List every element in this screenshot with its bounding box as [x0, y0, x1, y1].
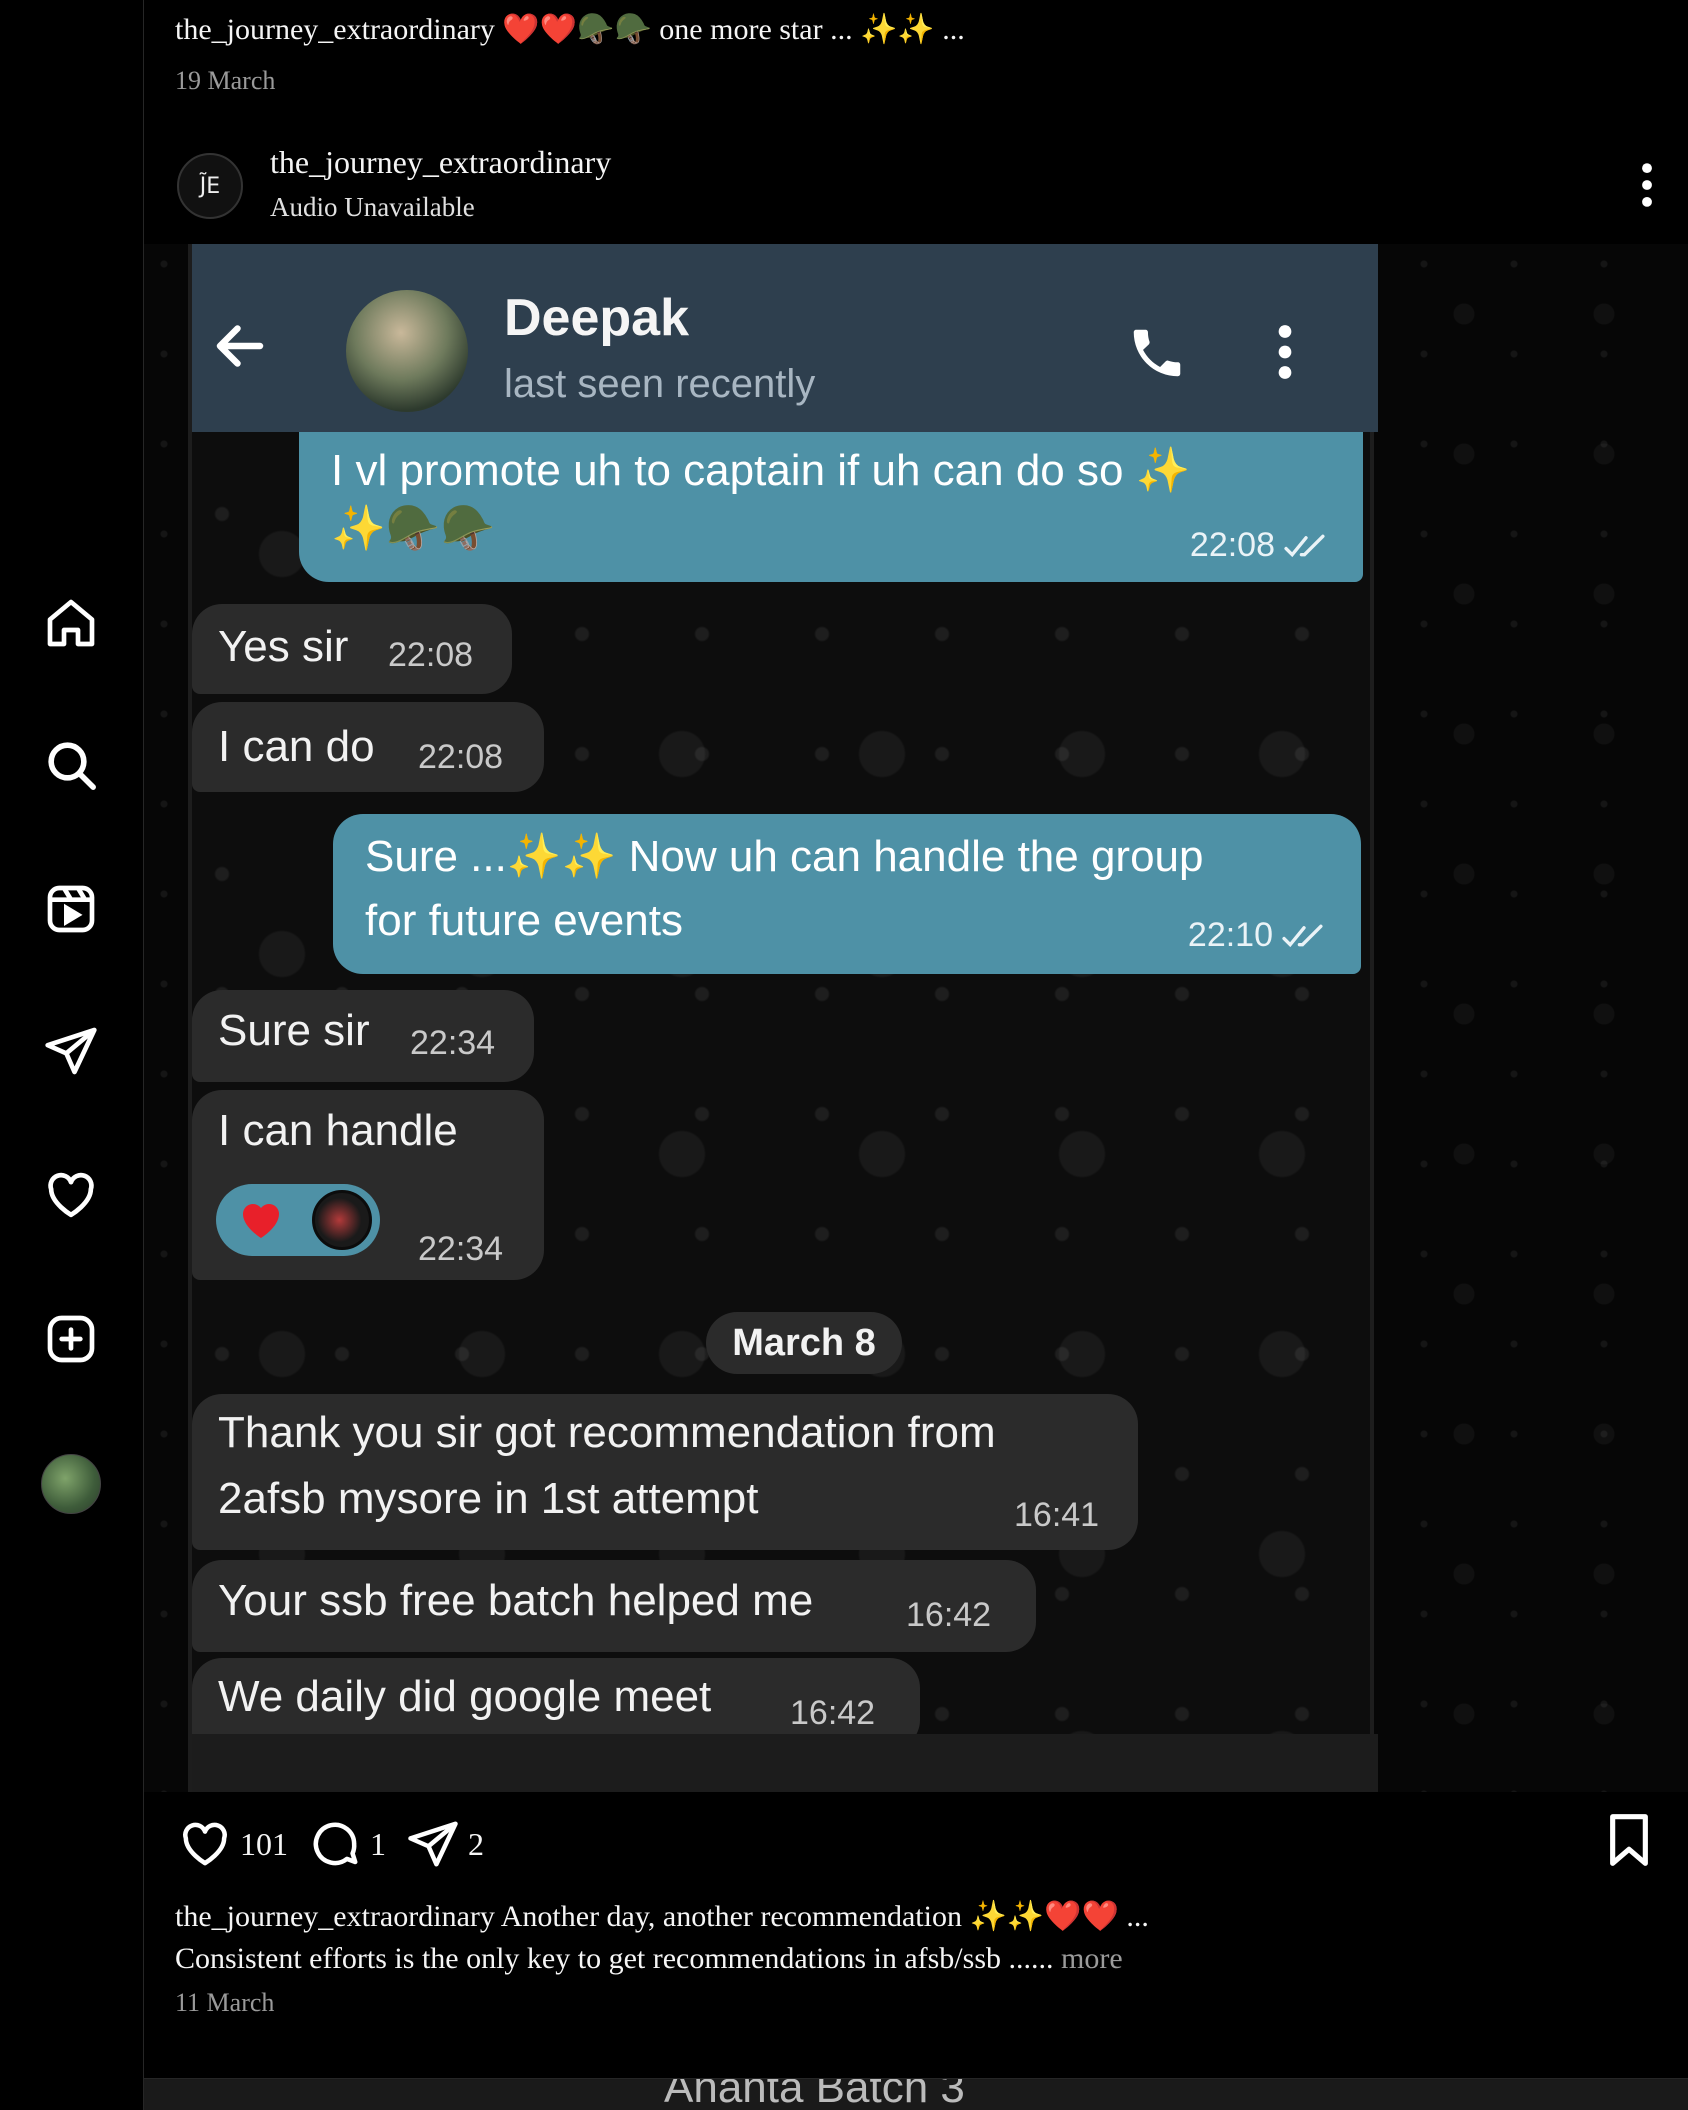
- sidebar-nav: [0, 0, 144, 2110]
- heart-reaction-icon: [243, 1204, 279, 1238]
- share-button[interactable]: 2: [406, 1816, 484, 1872]
- message-incoming: I can do 22:08: [192, 702, 544, 792]
- message-reaction: [216, 1184, 380, 1256]
- comment-icon: [313, 1822, 358, 1866]
- feed: the_journey_extraordinary ❤️❤️🪖🪖 one mor…: [144, 0, 1688, 2110]
- chat-screenshot: Deepak last seen recently I vl promote u…: [188, 244, 1378, 1792]
- chat-menu-icon: [1278, 325, 1292, 379]
- phone-icon: [1133, 329, 1181, 377]
- message-time: 22:34: [418, 1230, 504, 1268]
- post-actions: 101 1 2: [144, 1792, 1688, 1892]
- share-icon: [408, 1821, 458, 1867]
- next-post-text: Ananta Batch 3: [664, 2078, 965, 2110]
- message-outgoing: Sure ...✨✨ Now uh can handle the group f…: [333, 814, 1361, 974]
- time-text: 22:10: [1187, 916, 1273, 954]
- message-time: 22:10: [1188, 916, 1327, 955]
- message-incoming: I can handle 22:34: [192, 1090, 544, 1280]
- back-arrow-icon: [216, 325, 264, 367]
- share-count: 2: [468, 1825, 484, 1862]
- avatar-initials: J̃E: [199, 173, 221, 199]
- previous-post-text: ❤️❤️🪖🪖 one more star ... ✨✨ ...: [502, 13, 965, 46]
- home-icon[interactable]: [40, 592, 102, 654]
- message-text-line2: for future events: [365, 896, 683, 945]
- date-separator: March 8: [706, 1312, 902, 1374]
- post-header: J̃E the_journey_extraordinary Audio Unav…: [144, 140, 1688, 244]
- previous-post-caption: the_journey_extraordinary ❤️❤️🪖🪖 one mor…: [175, 12, 965, 47]
- message-text: We daily did google meet: [218, 1672, 712, 1721]
- contact-name: Deepak: [504, 289, 689, 347]
- message-text: I can handle: [218, 1106, 458, 1155]
- reaction-avatar: [312, 1190, 372, 1250]
- message-text: Your ssb free batch helped me: [218, 1576, 814, 1625]
- profile-avatar[interactable]: [41, 1454, 101, 1514]
- more-options-icon[interactable]: [1632, 162, 1662, 208]
- message-time: 22:34: [410, 1024, 496, 1062]
- message-time: 22:08: [418, 738, 504, 776]
- chat-header: Deepak last seen recently: [192, 244, 1378, 432]
- message-time: 22:08: [388, 636, 474, 674]
- previous-post-date: 19 March: [175, 66, 276, 95]
- caption-more-link[interactable]: more: [1061, 1942, 1123, 1975]
- message-incoming: Sure sir 22:34: [192, 990, 534, 1082]
- message-text: I vl promote uh to captain if uh can do …: [331, 446, 1191, 495]
- heart-outline-icon: [183, 1822, 227, 1866]
- caption-line2: Consistent efforts is the only key to ge…: [175, 1942, 1054, 1975]
- bookmark-icon[interactable]: [1604, 1812, 1654, 1868]
- post-date: 11 March: [175, 1988, 275, 2017]
- message-text: Sure ...✨✨ Now uh can handle the group: [365, 832, 1204, 881]
- message-time: 16:42: [906, 1596, 992, 1634]
- message-time: 16:41: [1014, 1496, 1100, 1534]
- message-text: Yes sir: [218, 622, 349, 671]
- like-button[interactable]: 101: [178, 1816, 288, 1872]
- message-incoming: Your ssb free batch helped me 16:42: [192, 1560, 1036, 1652]
- message-text: Thank you sir got recommendation from: [218, 1408, 996, 1457]
- reels-icon[interactable]: [40, 878, 102, 940]
- message-incoming: Thank you sir got recommendation from 2a…: [192, 1394, 1138, 1550]
- message-text-line2: ✨🪖🪖: [331, 504, 496, 553]
- time-text: 22:08: [1189, 526, 1275, 564]
- heart-icon[interactable]: [40, 1164, 102, 1226]
- caption-username[interactable]: the_journey_extraordinary: [175, 1900, 495, 1933]
- contact-avatar: [346, 290, 468, 412]
- chat-input-bar: [192, 1734, 1378, 1792]
- message-outgoing: I vl promote uh to captain if uh can do …: [299, 432, 1363, 582]
- message-time: 22:08: [1190, 526, 1329, 565]
- message-text: I can do: [218, 722, 375, 771]
- message-time: 16:42: [790, 1694, 876, 1732]
- like-count: 101: [240, 1825, 288, 1862]
- post-caption: the_journey_extraordinary Another day, a…: [175, 1896, 1635, 1980]
- message-text-line2: 2afsb mysore in 1st attempt: [218, 1474, 759, 1523]
- next-post-preview[interactable]: Ananta Batch 3: [144, 2078, 1688, 2110]
- read-checks-icon: [1282, 924, 1323, 948]
- create-icon[interactable]: [40, 1308, 102, 1370]
- read-checks-icon: [1284, 534, 1325, 558]
- messages-icon[interactable]: [40, 1020, 102, 1082]
- post-avatar[interactable]: J̃E: [177, 153, 243, 219]
- caption-line1: Another day, another recommendation ✨✨❤️…: [500, 1900, 1149, 1933]
- search-icon[interactable]: [40, 734, 102, 796]
- post-media[interactable]: Deepak last seen recently I vl promote u…: [144, 244, 1688, 1792]
- post-username[interactable]: the_journey_extraordinary: [270, 144, 611, 181]
- post-audio-label[interactable]: Audio Unavailable: [270, 192, 475, 223]
- comment-button[interactable]: 1: [308, 1816, 386, 1872]
- comment-count: 1: [370, 1825, 386, 1862]
- message-incoming: Yes sir 22:08: [192, 604, 512, 694]
- previous-post-user[interactable]: the_journey_extraordinary: [175, 13, 495, 46]
- contact-status: last seen recently: [504, 362, 816, 406]
- message-text: Sure sir: [218, 1006, 370, 1055]
